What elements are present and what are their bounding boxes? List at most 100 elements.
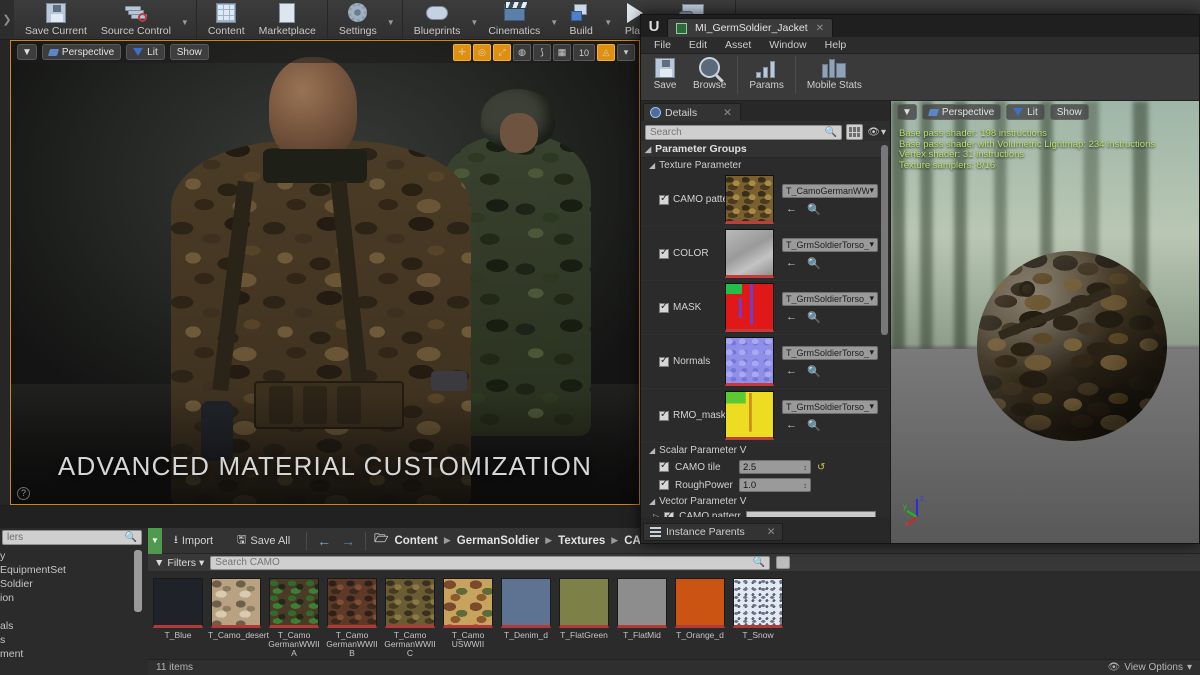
view-options-button[interactable]: 👁 View Options ▾ [1108, 662, 1192, 673]
left-panel-scrollbar[interactable] [134, 550, 142, 612]
parameter-checkbox[interactable] [659, 478, 669, 490]
build-button[interactable]: Build [561, 0, 601, 37]
parameter-checkbox[interactable] [659, 355, 669, 367]
material-browse-button[interactable]: Browse [685, 56, 734, 91]
build-caret-icon[interactable]: ▼ [601, 18, 615, 27]
arrow-left-icon[interactable]: ← [786, 203, 797, 215]
parameter-checkbox[interactable] [659, 247, 669, 259]
camo-tile-input[interactable]: 2.5 ↕ [739, 460, 811, 474]
parameter-list[interactable]: ◢ Parameter Groups ◢ Texture Parameter C… [641, 141, 890, 517]
asset-tile[interactable]: T_Camo GermanWWII B [326, 578, 378, 660]
source-control-caret-icon[interactable]: ▼ [178, 18, 192, 27]
magnifier-icon[interactable]: 🔍 [807, 203, 821, 216]
translate-gizmo-button[interactable]: ✛ [453, 44, 471, 61]
close-icon[interactable]: ✕ [723, 107, 732, 119]
texture-combo[interactable]: T_GrmSoldierTorso_N ▾ [782, 345, 878, 360]
import-button[interactable]: ⭳ Import [162, 528, 225, 554]
level-viewport[interactable]: ADVANCED MATERIAL CUSTOMIZATION ▼ Perspe… [10, 40, 640, 505]
drag-handle-icon[interactable]: ↕ [803, 481, 807, 490]
save-current-button[interactable]: Save Current [18, 0, 94, 37]
back-arrow-icon[interactable]: ← [317, 533, 331, 549]
cinematics-caret-icon[interactable]: ▼ [547, 18, 561, 27]
arrow-left-icon[interactable]: ← [786, 419, 797, 431]
parameter-thumbnail[interactable] [725, 229, 774, 278]
breadcrumb-item-textures[interactable]: Textures [558, 535, 605, 547]
forward-arrow-icon[interactable]: → [341, 533, 355, 549]
list-item[interactable]: EquipmentSet [0, 563, 148, 577]
asset-tile[interactable]: T_Orange_d [674, 578, 726, 660]
cinematics-button[interactable]: Cinematics [481, 0, 547, 37]
menu-edit[interactable]: Edit [680, 39, 716, 51]
arrow-left-icon[interactable]: ← [786, 365, 797, 377]
material-params-button[interactable]: Params [741, 56, 791, 91]
search-icon[interactable]: 🔍 [825, 127, 837, 138]
texture-combo[interactable]: T_CamoGermanWWII_C ▾ [782, 183, 878, 198]
surface-snap-button[interactable]: ⟆ [533, 44, 551, 61]
asset-tile[interactable]: T_Camo USWWII [442, 578, 494, 660]
vector-parameter-section-header[interactable]: ◢ Vector Parameter V [641, 494, 890, 509]
parameter-thumbnail[interactable] [725, 337, 774, 386]
texture-combo[interactable]: T_GrmSoldierTorso_ORM ▾ [782, 399, 878, 414]
content-search-input[interactable]: Search CAMO 🔍 [210, 555, 771, 570]
parameter-groups-header[interactable]: ◢ Parameter Groups [641, 141, 890, 158]
asset-tile[interactable]: T_Blue [152, 578, 204, 660]
viewport-view-mode-button[interactable]: Lit [126, 44, 165, 60]
search-icon[interactable]: 🔍 [753, 557, 765, 568]
arrow-left-icon[interactable]: ← [786, 311, 797, 323]
scalar-parameter-section-header[interactable]: ◢ Scalar Parameter V [641, 443, 890, 458]
asset-tile[interactable]: T_Camo GermanWWII C [384, 578, 436, 660]
blueprints-caret-icon[interactable]: ▼ [467, 18, 481, 27]
list-item[interactable]: als [0, 619, 148, 633]
texture-combo[interactable]: T_GrmSoldierTorso_ID ▾ [782, 291, 878, 306]
breadcrumb-item-germansoldier[interactable]: GermanSoldier [457, 535, 539, 547]
add-new-button[interactable]: ▼ [148, 527, 162, 554]
viewport-camera-mode-button[interactable]: Perspective [41, 44, 122, 60]
asset-tile[interactable]: T_Denim_d [500, 578, 552, 660]
menu-window[interactable]: Window [760, 39, 815, 51]
filters-button[interactable]: ▼ Filters ▾ [154, 557, 204, 569]
list-item[interactable]: ment [0, 647, 148, 661]
menu-help[interactable]: Help [816, 39, 856, 51]
grid-snap-value-button[interactable]: 10 [573, 44, 595, 61]
viewport-show-menu-button[interactable]: Show [169, 44, 209, 60]
reset-icon[interactable]: ↺ [817, 462, 825, 473]
parameter-checkbox[interactable] [659, 460, 669, 472]
settings-caret-icon[interactable]: ▼ [384, 18, 398, 27]
viewport-help-icon[interactable]: ? [17, 487, 30, 500]
color-swatch[interactable] [746, 511, 876, 517]
visibility-filter-button[interactable]: 👁 ▾ [867, 127, 886, 138]
asset-tile[interactable]: T_Camo_desert [208, 578, 269, 660]
search-icon[interactable]: 🔍 [125, 532, 137, 543]
asset-tile[interactable]: T_FlatGreen [558, 578, 610, 660]
preview-show-menu-button[interactable]: Show [1049, 104, 1089, 120]
close-icon[interactable]: ✕ [816, 23, 824, 34]
content-button[interactable]: Content [201, 0, 252, 37]
menu-asset[interactable]: Asset [716, 39, 760, 51]
preview-view-mode-button[interactable]: Lit [1006, 104, 1045, 120]
drag-handle-icon[interactable]: ↕ [803, 463, 807, 472]
parameter-checkbox[interactable] [659, 193, 669, 205]
grid-snap-button[interactable]: ▦ [553, 44, 571, 61]
columns-icon[interactable] [846, 124, 864, 140]
save-all-button[interactable]: 🖫 Save All [225, 528, 302, 554]
preview-camera-mode-button[interactable]: Perspective [921, 104, 1002, 120]
list-item[interactable]: Soldier [0, 577, 148, 591]
viewport-menu-button[interactable]: ▼ [17, 44, 37, 60]
preview-menu-button[interactable]: ▼ [897, 104, 917, 120]
settings-button[interactable]: Settings [332, 0, 384, 37]
material-mobile-stats-button[interactable]: Mobile Stats [799, 56, 870, 91]
scale-gizmo-button[interactable]: ⤢ [493, 44, 511, 61]
camera-speed-button[interactable]: ▾ [617, 44, 635, 61]
list-item[interactable]: s [0, 633, 148, 647]
material-editor-tab[interactable]: MI_GermSoldier_Jacket ✕ [667, 18, 834, 37]
parameter-checkbox[interactable] [664, 510, 675, 517]
rotate-gizmo-button[interactable]: ◎ [473, 44, 491, 61]
source-control-button[interactable]: Source Control [94, 0, 178, 37]
list-item[interactable]: y [0, 549, 148, 563]
asset-tile[interactable]: T_Snow [732, 578, 784, 660]
parameter-checkbox[interactable] [659, 301, 669, 313]
world-space-button[interactable]: ◍ [513, 44, 531, 61]
marketplace-button[interactable]: Marketplace [252, 0, 323, 37]
parameter-thumbnail[interactable] [725, 283, 774, 332]
blueprints-button[interactable]: Blueprints [407, 0, 468, 37]
